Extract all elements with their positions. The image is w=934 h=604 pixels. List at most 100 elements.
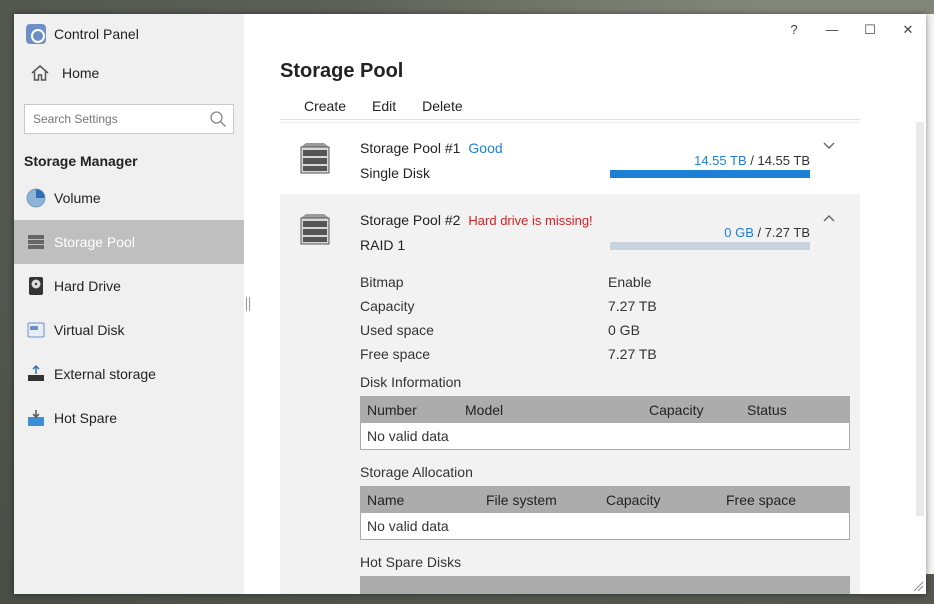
hot-spare-disks-title: Hot Spare Disks: [360, 554, 462, 570]
chevron-down-icon[interactable]: [822, 139, 836, 153]
sidebar-item-label: Hot Spare: [54, 410, 118, 426]
page-title: Storage Pool: [280, 60, 404, 82]
usage-bar: [610, 242, 810, 250]
used-space: 0 GB: [724, 225, 754, 240]
detail-row-free-space: Free space 7.27 TB: [360, 346, 830, 370]
pool-status: Good: [468, 140, 503, 156]
create-button[interactable]: Create: [280, 98, 359, 114]
resize-grip-icon[interactable]: [912, 580, 924, 592]
toolbar: Create Edit Delete: [280, 92, 860, 120]
close-button[interactable]: ✕: [898, 18, 918, 42]
disk-information-table: Number Model Capacity Status No valid da…: [360, 396, 850, 450]
sidebar-item-volume[interactable]: Volume: [14, 176, 244, 220]
vertical-scrollbar[interactable]: [916, 122, 924, 516]
storage-allocation-table: Name File system Capacity Free space No …: [360, 486, 850, 540]
storage-pool-icon: [28, 235, 44, 249]
detail-row-bitmap: Bitmap Enable: [360, 274, 830, 298]
column-header[interactable]: Capacity: [643, 402, 741, 418]
storage-pool-icon: [300, 214, 330, 245]
sidebar: Control Panel Home Storage Manager: [14, 14, 244, 594]
detail-value: 7.27 TB: [608, 346, 657, 362]
search-input[interactable]: [33, 112, 209, 126]
detail-value: Enable: [608, 274, 652, 290]
sidebar-item-label: Storage Pool: [54, 234, 135, 250]
help-button[interactable]: ?: [784, 18, 804, 42]
sidebar-item-external-storage[interactable]: External storage: [14, 352, 244, 396]
detail-key: Capacity: [360, 298, 415, 314]
pool-usage-text: 0 GB / 7.27 TB: [610, 225, 810, 240]
virtual-disk-icon: [27, 322, 45, 338]
used-space: 14.55 TB: [694, 153, 747, 168]
usage-bar: [610, 170, 810, 178]
home-icon: [31, 65, 49, 81]
edit-button[interactable]: Edit: [359, 98, 409, 114]
detail-row-capacity: Capacity 7.27 TB: [360, 298, 830, 322]
empty-table-row: No valid data: [367, 428, 449, 444]
detail-value: 0 GB: [608, 322, 640, 338]
column-header[interactable]: Name: [361, 492, 480, 508]
usage-separator: /: [753, 225, 765, 240]
section-title-storage-manager: Storage Manager: [24, 153, 138, 169]
total-space: 7.27 TB: [764, 225, 810, 240]
pool-status: Hard drive is missing!: [468, 213, 593, 228]
hot-spare-icon: [28, 410, 44, 426]
app-title-bar: Control Panel: [26, 22, 139, 46]
storage-pool-icon: [300, 143, 330, 174]
pool-name: Storage Pool #1: [360, 140, 461, 156]
usage-bar-fill: [610, 170, 810, 178]
sidebar-item-hot-spare[interactable]: Hot Spare: [14, 396, 244, 440]
sidebar-nav: Volume Storage Pool Hard Drive Virtual D…: [14, 176, 244, 440]
pool-name: Storage Pool #2: [360, 212, 461, 228]
sidebar-item-label: Volume: [54, 190, 101, 206]
chevron-up-icon[interactable]: [822, 211, 836, 225]
table-header: Number Model Capacity Status: [361, 397, 849, 423]
search-box[interactable]: [24, 104, 234, 134]
sidebar-item-label: Virtual Disk: [54, 322, 125, 338]
pool-list: Storage Pool #1 Good Single Disk 14.55 TB…: [280, 122, 860, 594]
usage-separator: /: [746, 153, 758, 168]
maximize-button[interactable]: ☐: [860, 18, 880, 42]
detail-row-used-space: Used space 0 GB: [360, 322, 830, 346]
detail-value: 7.27 TB: [608, 298, 657, 314]
volume-icon: [26, 188, 46, 208]
sidebar-item-storage-pool[interactable]: Storage Pool: [14, 220, 244, 264]
detail-key: Bitmap: [360, 274, 404, 290]
pool-type: RAID 1: [360, 237, 406, 253]
app-title: Control Panel: [54, 26, 139, 42]
sidebar-item-label: External storage: [54, 366, 156, 382]
search-icon[interactable]: [209, 110, 227, 128]
total-space: 14.55 TB: [757, 153, 810, 168]
pool-usage-text: 14.55 TB / 14.55 TB: [610, 153, 810, 168]
sidebar-item-virtual-disk[interactable]: Virtual Disk: [14, 308, 244, 352]
empty-table-row: No valid data: [367, 518, 449, 534]
sidebar-item-label: Hard Drive: [54, 278, 121, 294]
control-panel-window: Control Panel Home Storage Manager: [14, 14, 926, 594]
column-header[interactable]: Free space: [720, 492, 840, 508]
home-label: Home: [62, 65, 100, 81]
hard-drive-icon: [29, 277, 43, 295]
pool-details: Bitmap Enable Capacity 7.27 TB Used spac…: [360, 274, 830, 370]
sidebar-item-hard-drive[interactable]: Hard Drive: [14, 264, 244, 308]
control-panel-icon: [26, 24, 46, 44]
column-header[interactable]: Status: [741, 402, 841, 418]
column-header[interactable]: Number: [361, 402, 459, 418]
pool-name-row: Storage Pool #1 Good: [360, 140, 503, 156]
minimize-button[interactable]: —: [822, 18, 842, 42]
home-link[interactable]: Home: [30, 60, 99, 86]
sidebar-resize-handle[interactable]: [246, 297, 250, 311]
pool-name-row: Storage Pool #2 Hard drive is missing!: [360, 212, 593, 228]
external-storage-icon: [28, 364, 44, 381]
pool-card-2[interactable]: Storage Pool #2 Hard drive is missing! RA…: [280, 194, 860, 594]
disk-information-title: Disk Information: [360, 374, 462, 390]
table-header: [361, 577, 849, 594]
table-header: Name File system Capacity Free space: [361, 487, 849, 513]
hot-spare-disks-table: [360, 576, 850, 594]
column-header[interactable]: Model: [459, 402, 643, 418]
pool-card-1[interactable]: Storage Pool #1 Good Single Disk 14.55 TB…: [280, 122, 860, 194]
detail-key: Used space: [360, 322, 434, 338]
pool-type: Single Disk: [360, 165, 431, 181]
column-header[interactable]: File system: [480, 492, 600, 508]
delete-button[interactable]: Delete: [409, 98, 475, 114]
detail-key: Free space: [360, 346, 431, 362]
column-header[interactable]: Capacity: [600, 492, 720, 508]
